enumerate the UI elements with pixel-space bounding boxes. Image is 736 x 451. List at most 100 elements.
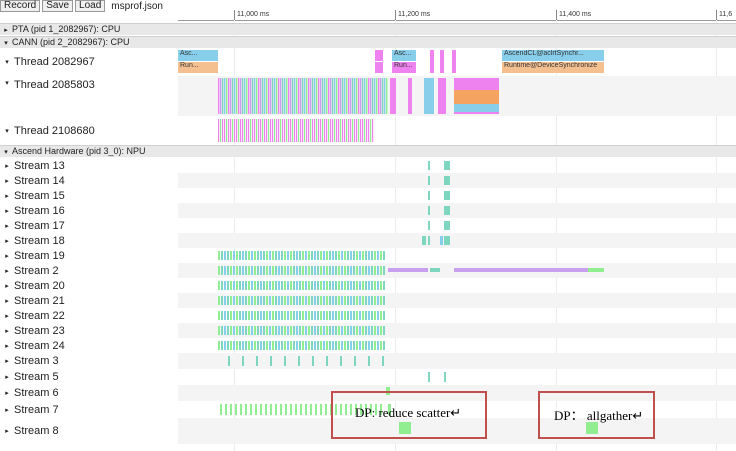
trace-slice[interactable] (335, 266, 337, 275)
trace-slice[interactable] (257, 311, 259, 320)
trace-slice[interactable] (326, 356, 328, 366)
trace-slice[interactable] (272, 311, 274, 320)
trace-slice[interactable] (221, 266, 223, 275)
trace-slice[interactable]: AscendCL@aclrtSynchr... (502, 50, 604, 61)
trace-slice[interactable] (266, 311, 268, 320)
trace-slice[interactable] (278, 251, 280, 260)
trace-slice[interactable] (293, 296, 295, 305)
trace-slice[interactable] (287, 296, 289, 305)
trace-slice[interactable] (308, 266, 310, 275)
trace-slice[interactable] (260, 296, 262, 305)
trace-slice[interactable] (347, 281, 349, 290)
trace-slice[interactable] (239, 326, 241, 335)
trace-slice[interactable] (284, 281, 286, 290)
trace-slice[interactable] (320, 251, 322, 260)
trace-slice[interactable] (272, 251, 274, 260)
trace-slice[interactable] (275, 266, 277, 275)
trace-slice[interactable] (356, 296, 358, 305)
thread-2108680-slices[interactable] (178, 117, 736, 144)
trace-slice[interactable] (338, 326, 340, 335)
trace-slice[interactable] (295, 404, 297, 415)
stream-row[interactable]: ▸ Stream 20 (0, 278, 736, 293)
trace-slice[interactable] (335, 311, 337, 320)
trace-slice[interactable] (227, 341, 229, 350)
trace-slice[interactable] (239, 311, 241, 320)
trace-slice[interactable] (296, 326, 298, 335)
trace-slice[interactable] (374, 326, 376, 335)
stream-track[interactable] (178, 203, 736, 218)
trace-slice[interactable] (353, 266, 355, 275)
trace-slice[interactable] (329, 266, 331, 275)
trace-slice[interactable] (308, 311, 310, 320)
trace-slice[interactable] (588, 268, 604, 272)
trace-slice[interactable] (272, 296, 274, 305)
trace-slice[interactable] (275, 404, 277, 415)
trace-slice[interactable] (320, 341, 322, 350)
trace-slice[interactable] (275, 326, 277, 335)
trace-slice[interactable] (440, 236, 443, 245)
trace-slice[interactable] (326, 281, 328, 290)
trace-slice[interactable] (266, 266, 268, 275)
trace-slice[interactable] (269, 281, 271, 290)
trace-slice[interactable] (377, 281, 379, 290)
trace-slice[interactable] (362, 326, 364, 335)
trace-slice[interactable] (266, 341, 268, 350)
trace-slice[interactable] (227, 251, 229, 260)
trace-slice[interactable] (444, 372, 446, 382)
stream-row[interactable]: ▸ Stream 14 (0, 173, 736, 188)
trace-slice[interactable] (285, 404, 287, 415)
trace-slice[interactable] (290, 281, 292, 290)
trace-slice[interactable] (263, 311, 265, 320)
trace-slice[interactable] (230, 311, 232, 320)
trace-slice[interactable] (377, 311, 379, 320)
trace-slice[interactable] (347, 266, 349, 275)
trace-slice[interactable]: Run... (178, 62, 218, 73)
trace-slice[interactable] (368, 311, 370, 320)
trace-slice[interactable] (221, 281, 223, 290)
trace-slice[interactable] (374, 281, 376, 290)
trace-slice[interactable] (320, 266, 322, 275)
stream-track[interactable] (178, 323, 736, 338)
trace-slice[interactable] (290, 266, 292, 275)
trace-slice[interactable] (356, 251, 358, 260)
trace-slice[interactable] (359, 326, 361, 335)
trace-slice[interactable] (347, 326, 349, 335)
trace-slice[interactable] (233, 251, 235, 260)
trace-slice[interactable] (428, 191, 430, 200)
trace-slice[interactable] (218, 326, 220, 335)
trace-slice[interactable] (356, 281, 358, 290)
trace-slice[interactable] (326, 251, 328, 260)
stream-track[interactable] (178, 369, 736, 385)
trace-slice[interactable] (353, 296, 355, 305)
trace-slice[interactable] (236, 266, 238, 275)
trace-slice[interactable] (254, 281, 256, 290)
trace-slice[interactable] (311, 251, 313, 260)
trace-slice[interactable] (224, 251, 226, 260)
trace-slice[interactable] (317, 281, 319, 290)
trace-slice[interactable] (383, 326, 385, 335)
trace-slice[interactable] (329, 326, 331, 335)
trace-slice[interactable] (284, 266, 286, 275)
trace-slice[interactable] (228, 356, 230, 366)
trace-slice[interactable] (257, 281, 259, 290)
stream-row[interactable]: ▸ Stream 17 (0, 218, 736, 233)
stream-row[interactable]: ▸ Stream 22 (0, 308, 736, 323)
trace-slice[interactable] (290, 404, 292, 415)
trace-slice[interactable] (245, 326, 247, 335)
trace-slice[interactable] (383, 341, 385, 350)
trace-slice[interactable] (239, 266, 241, 275)
trace-slice[interactable] (362, 251, 364, 260)
trace-slice[interactable] (270, 404, 272, 415)
trace-slice[interactable] (320, 326, 322, 335)
trace-slice[interactable]: Asc... (178, 50, 218, 61)
trace-slice[interactable] (296, 266, 298, 275)
trace-slice[interactable] (239, 251, 241, 260)
stream-row[interactable]: ▸ Stream 5 (0, 369, 736, 385)
trace-slice[interactable] (230, 251, 232, 260)
trace-slice[interactable] (350, 281, 352, 290)
stream-row[interactable]: ▸ Stream 13 (0, 158, 736, 173)
stream-track[interactable] (178, 158, 736, 173)
trace-slice[interactable] (332, 251, 334, 260)
trace-slice[interactable] (242, 326, 244, 335)
stream-track[interactable] (178, 233, 736, 248)
